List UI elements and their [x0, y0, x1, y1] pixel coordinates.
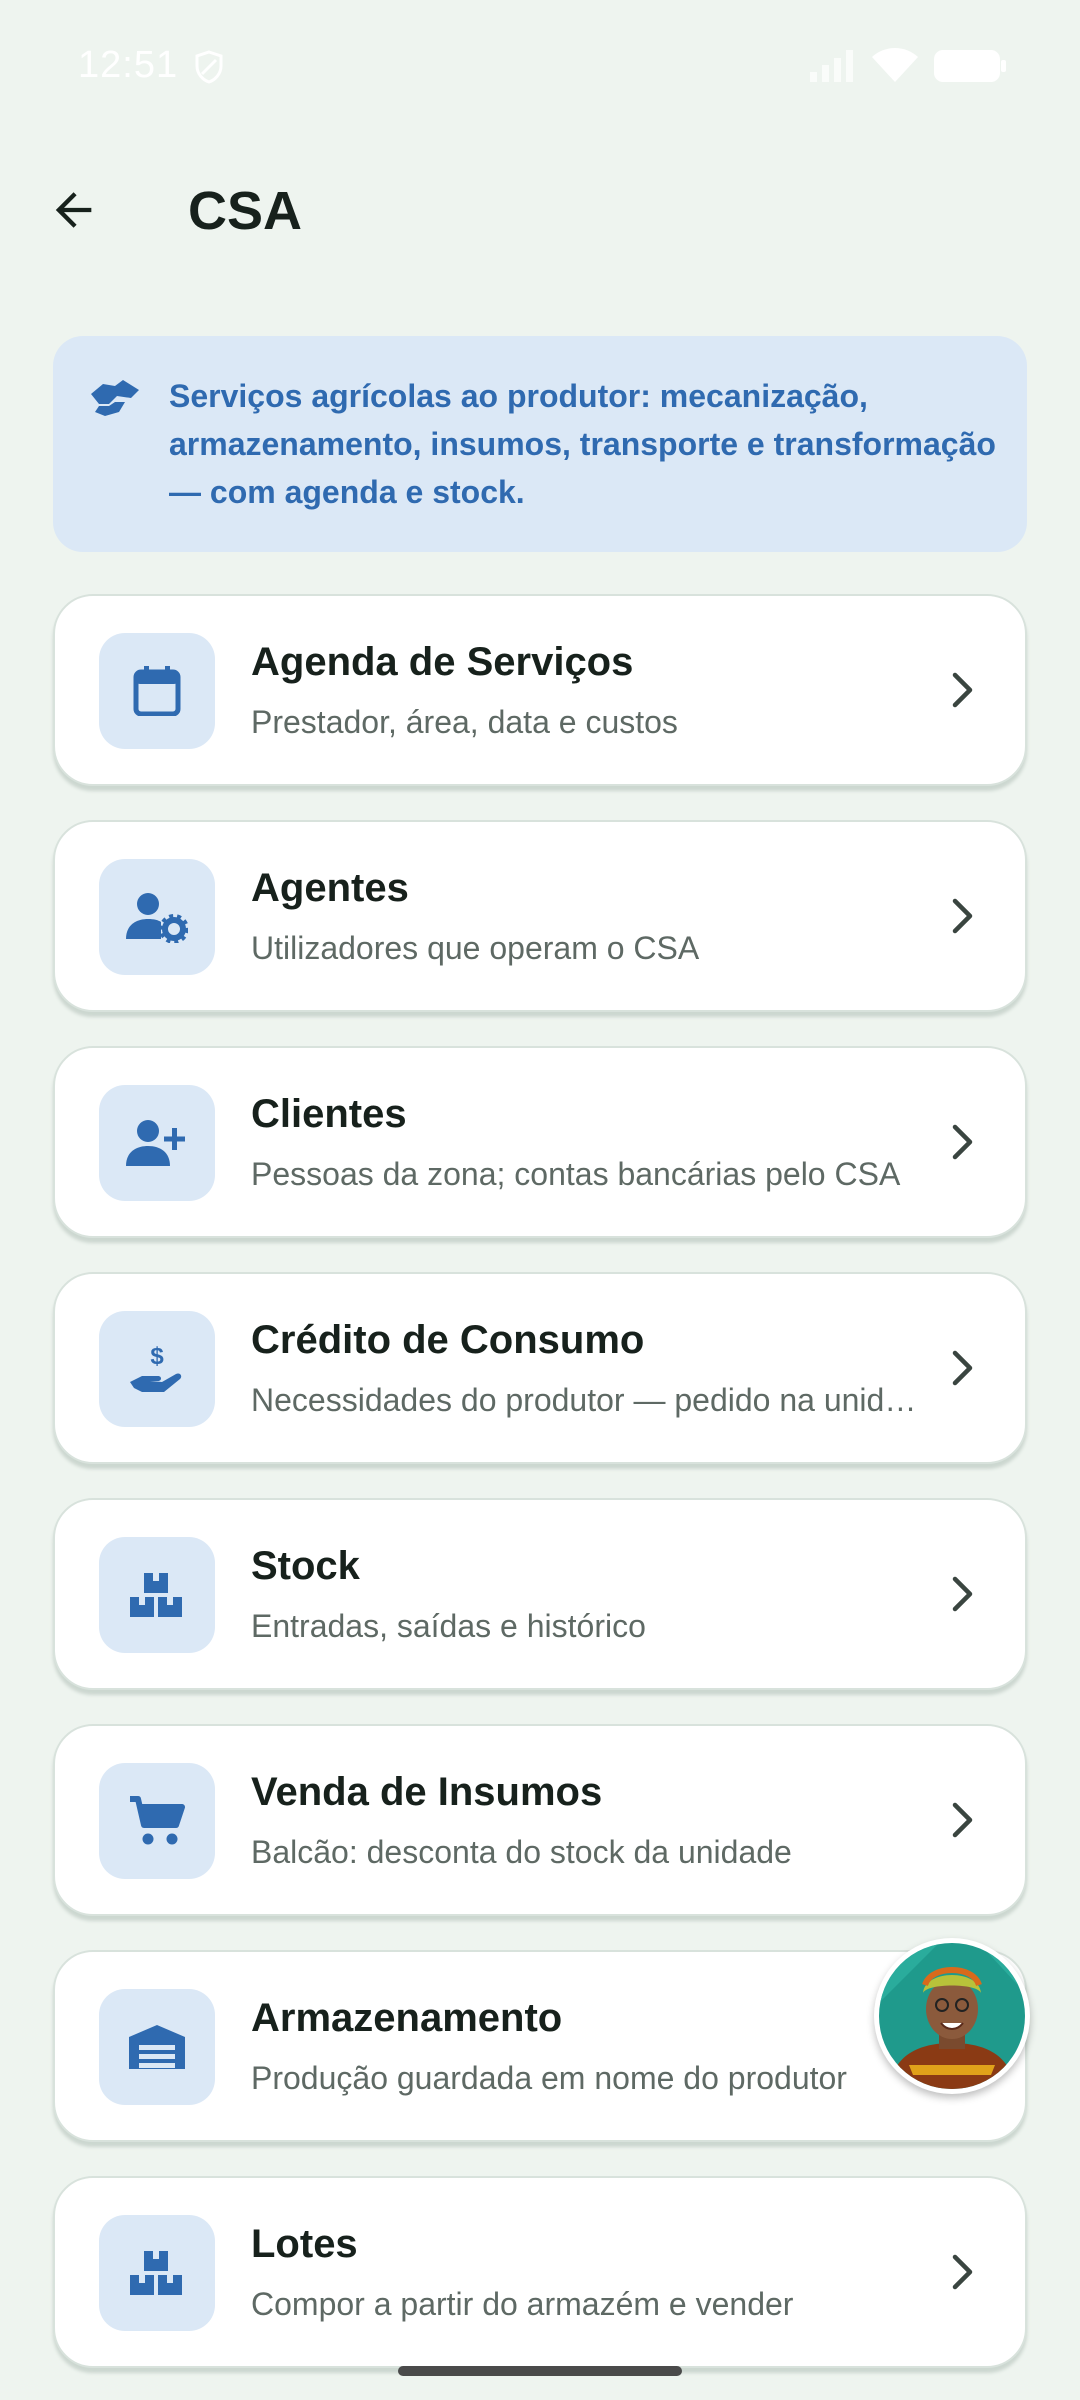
menu-item-title: Clientes [251, 1092, 407, 1136]
boxes-icon [130, 1573, 182, 1617]
menu-item-icon-box [99, 1537, 215, 1653]
menu-item-subtitle: Produção guardada em nome do produtor [251, 2060, 847, 2096]
menu-item-subtitle: Necessidades do produtor — pedido na uni… [251, 1382, 917, 1418]
menu-item-icon-box [99, 859, 215, 975]
menu-item-subtitle: Compor a partir do armazém e vender [251, 2286, 794, 2322]
menu-item-icon-box [99, 2215, 215, 2331]
chevron-right-icon [943, 2249, 983, 2300]
home-indicator [398, 2366, 682, 2376]
wifi-icon [872, 48, 918, 87]
menu-item-agenda-servicos[interactable]: Agenda de Serviços Prestador, área, data… [53, 594, 1027, 786]
menu-item-subtitle: Prestador, área, data e custos [251, 704, 678, 740]
calendar-icon [133, 666, 181, 716]
info-banner: Serviços agrícolas ao produtor: mecaniza… [53, 336, 1027, 552]
status-time: 12:51 [78, 44, 179, 86]
menu-item-icon-box [99, 1763, 215, 1879]
user-add-icon [126, 1120, 185, 1166]
page-title: CSA [188, 181, 303, 241]
boxes-icon [130, 2251, 182, 2295]
chevron-right-icon [943, 893, 983, 944]
chevron-right-icon [943, 667, 983, 718]
user-gear-icon [126, 893, 188, 943]
assistant-avatar-button[interactable] [874, 1938, 1030, 2094]
svg-text:$: $ [150, 1343, 164, 1370]
hand-money-icon: $ [130, 1343, 182, 1392]
menu-item-title: Stock [251, 1544, 360, 1588]
menu-item-icon-box [99, 1085, 215, 1201]
menu-item-subtitle: Entradas, saídas e histórico [251, 1608, 646, 1644]
menu-item-title: Armazenamento [251, 1996, 563, 2040]
menu-item-title: Agentes [251, 866, 409, 910]
menu-item-credito-consumo[interactable]: $ Crédito de Consumo Necessidades do pro… [53, 1272, 1027, 1464]
status-bar: 12:51 [0, 0, 1080, 132]
arrow-back-icon [55, 192, 92, 228]
menu-item-subtitle: Pessoas da zona; contas bancárias pelo C… [251, 1156, 901, 1192]
menu-item-lotes[interactable]: Lotes Compor a partir do armazém e vende… [53, 2176, 1027, 2368]
menu-item-title: Venda de Insumos [251, 1770, 603, 1814]
info-banner-text: Serviços agrícolas ao produtor: mecaniza… [169, 378, 996, 510]
chevron-right-icon [943, 1345, 983, 1396]
menu-item-venda-insumos[interactable]: Venda de Insumos Balcão: desconta do sto… [53, 1724, 1027, 1916]
menu-item-icon-box [99, 1989, 215, 2105]
cart-icon [130, 1796, 185, 1845]
avatar [879, 1943, 1025, 2089]
chevron-right-icon [943, 1571, 983, 1622]
menu-item-title: Lotes [251, 2222, 358, 2266]
back-button[interactable] [36, 172, 112, 248]
chevron-right-icon [943, 1119, 983, 1170]
signal-icon [810, 50, 856, 87]
battery-icon [934, 50, 1006, 87]
menu-item-title: Crédito de Consumo [251, 1318, 645, 1362]
menu-item-agentes[interactable]: Agentes Utilizadores que operam o CSA [53, 820, 1027, 1012]
menu-item-stock[interactable]: Stock Entradas, saídas e histórico [53, 1498, 1027, 1690]
menu-item-icon-box: $ [99, 1311, 215, 1427]
menu-item-clientes[interactable]: Clientes Pessoas da zona; contas bancári… [53, 1046, 1027, 1238]
app-bar: CSA [0, 150, 1080, 270]
warehouse-icon [129, 2025, 185, 2069]
menu-item-subtitle: Balcão: desconta do stock da unidade [251, 1834, 792, 1870]
menu-item-icon-box [99, 633, 215, 749]
chevron-right-icon [943, 1797, 983, 1848]
handshake-icon [87, 376, 143, 425]
menu-item-title: Agenda de Serviços [251, 640, 634, 684]
menu-item-subtitle: Utilizadores que operam o CSA [251, 930, 700, 966]
shield-icon [194, 50, 224, 89]
